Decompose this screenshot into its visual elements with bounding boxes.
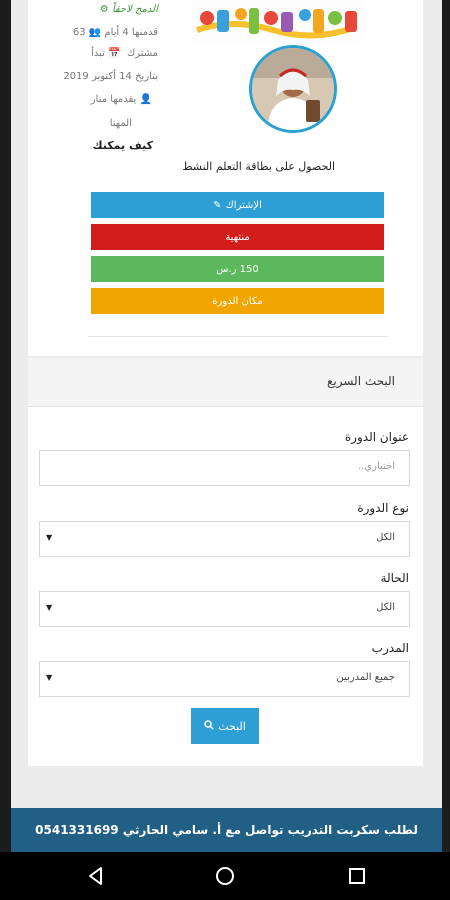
course-presenter: 👤 يقدمها منار	[90, 94, 152, 105]
dropdown-arrow-icon: ▼	[46, 603, 53, 612]
gear-icon: ⚙	[99, 4, 109, 15]
app-screen: الدمج لاحقاً ⚙ قدمنها 4 أيام 👥 63 مشترك …	[0, 0, 450, 852]
course-title-label: عنوان الدورة	[344, 430, 409, 444]
course-type-select[interactable]: الكل ▼	[39, 521, 410, 557]
course-place-button[interactable]: مكان الدورة	[91, 288, 384, 314]
search-icon	[204, 719, 214, 733]
course-type-label: نوع الدورة	[357, 501, 409, 515]
android-nav-bar	[0, 852, 450, 900]
course-date: بتاريخ 14 أكتوبر 2019	[63, 71, 158, 82]
course-status-ended: منتهية	[91, 224, 384, 250]
status-label: الحالة	[380, 571, 409, 585]
device-frame-right	[442, 0, 450, 852]
user-icon: 👤	[139, 94, 152, 105]
search-button-label: البحث	[218, 719, 246, 733]
calendar-icon: 📅	[108, 48, 121, 59]
quick-search-panel: البحث السريع عنوان الدورة اختياري.. نوع …	[28, 358, 423, 766]
search-button[interactable]: البحث	[191, 708, 259, 744]
course-banner-image	[193, 0, 363, 42]
course-type-value: الكل	[376, 532, 395, 543]
device-frame-left	[0, 0, 11, 852]
dropdown-arrow-icon: ▼	[46, 673, 53, 682]
course-price: 150 ر.س	[91, 256, 384, 282]
course-badge: الدمج لاحقاً ⚙	[99, 4, 158, 15]
presenter-avatar	[249, 45, 337, 133]
quick-search-title: البحث السريع	[327, 374, 395, 388]
nav-back-icon[interactable]	[84, 864, 108, 888]
course-presenter-name: المهنا	[109, 118, 132, 129]
status-select[interactable]: الكل ▼	[39, 591, 410, 627]
trainer-select[interactable]: جميع المدربين ▼	[39, 661, 410, 697]
card-divider	[88, 336, 388, 337]
subscribe-button[interactable]: الإشتراك ✎	[91, 192, 384, 218]
nav-recents-icon[interactable]	[345, 864, 369, 888]
course-card: الدمج لاحقاً ⚙ قدمنها 4 أيام 👥 63 مشترك …	[28, 0, 423, 356]
course-title-input[interactable]: اختياري..	[39, 450, 410, 486]
course-time-ago: قدمنها 4 أيام 👥 63	[72, 27, 158, 38]
status-value: الكل	[376, 602, 395, 613]
course-how-text: كيف يمكنك	[92, 139, 153, 152]
course-start: مشترك 📅 تبدأ	[91, 48, 158, 59]
users-icon: 👥	[88, 27, 102, 38]
course-headline: الحصول على بطاقة التعلم النشط	[182, 160, 335, 173]
dropdown-arrow-icon: ▼	[46, 533, 53, 542]
quick-search-header: البحث السريع	[28, 358, 423, 407]
course-title-placeholder: اختياري..	[357, 461, 395, 472]
contact-footer-bar[interactable]: لطلب سكربت التدريب تواصل مع أ. سامي الحا…	[11, 808, 442, 852]
pencil-icon: ✎	[213, 199, 222, 211]
trainer-label: المدرب	[371, 641, 409, 655]
footer-text: لطلب سكربت التدريب تواصل مع أ. سامي الحا…	[35, 823, 418, 837]
trainer-value: جميع المدربين	[336, 672, 395, 683]
nav-home-icon[interactable]	[213, 864, 237, 888]
